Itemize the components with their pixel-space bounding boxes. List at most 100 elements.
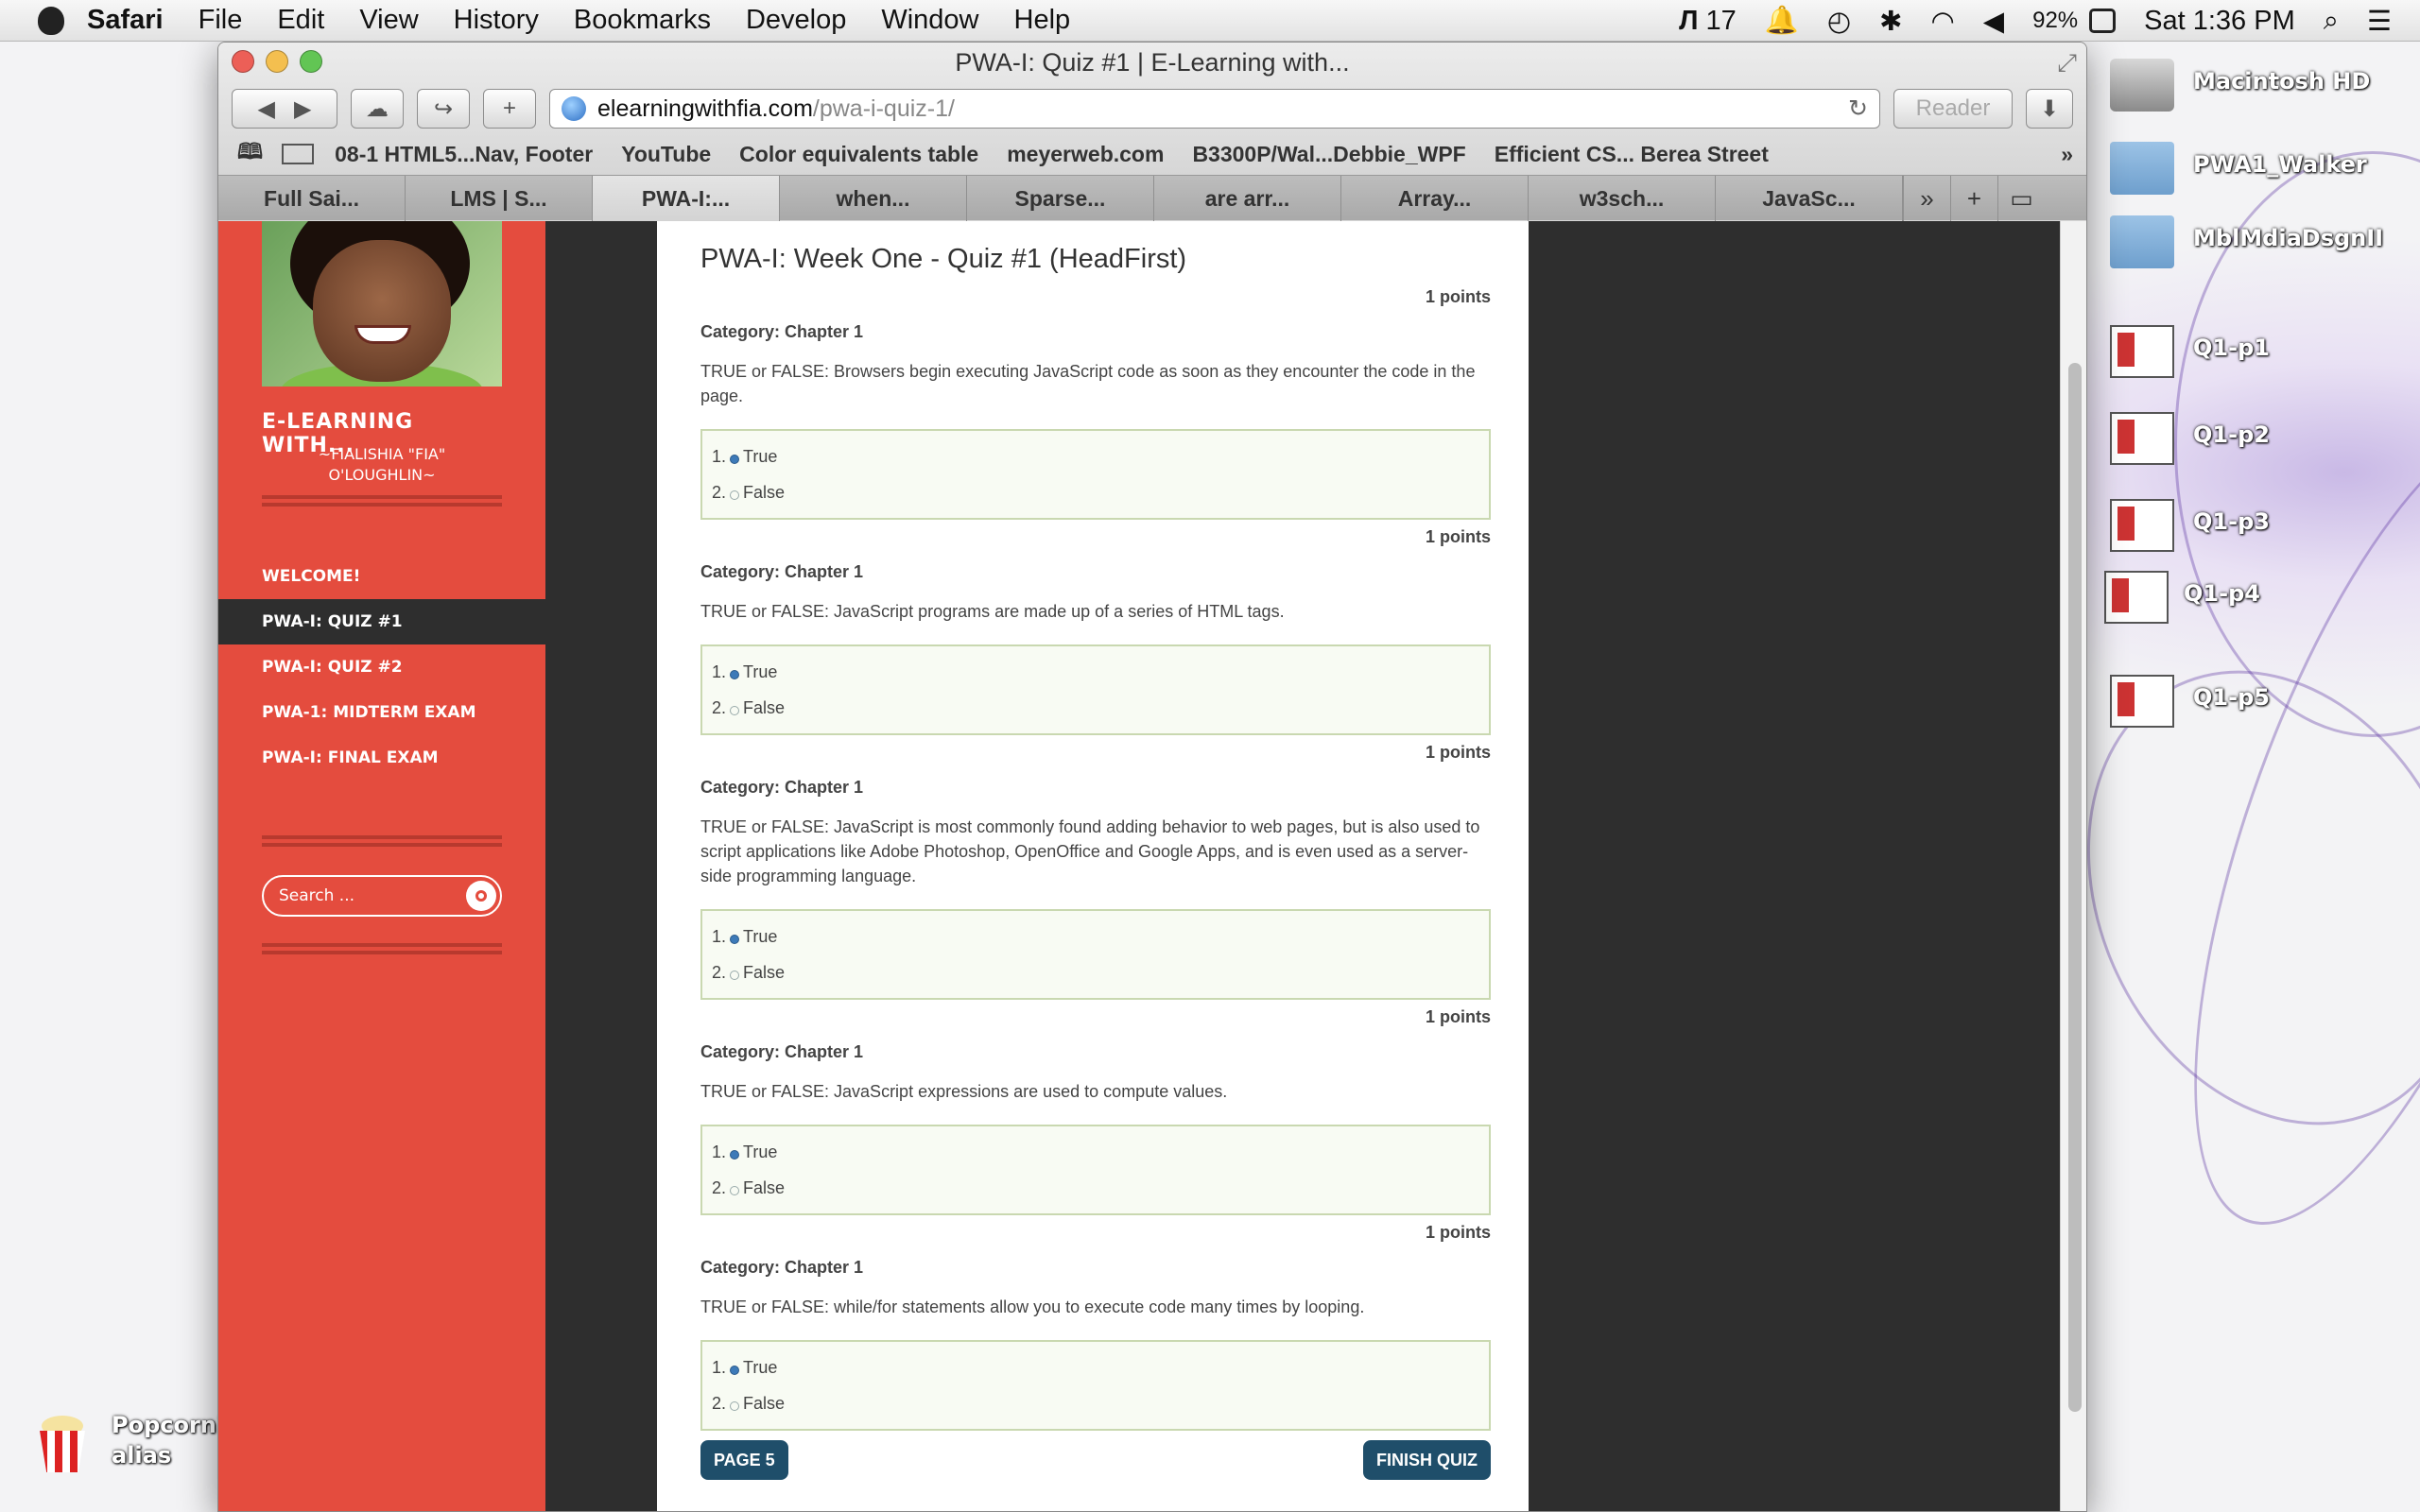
radio-unselected[interactable] xyxy=(730,1186,740,1195)
bookmark-item[interactable]: B3300P/Wal...Debbie_WPF xyxy=(1192,142,1465,167)
popcorn-alias-icon[interactable] xyxy=(34,1414,91,1474)
notification-center-icon[interactable]: ☰ xyxy=(2367,5,2392,38)
share-button[interactable]: ↪ xyxy=(417,89,470,129)
question-category: Category: Chapter 1 xyxy=(700,322,864,341)
question-block: 1 points Category: Chapter 1 TRUE or FAL… xyxy=(700,1223,1491,1431)
search-button[interactable] xyxy=(466,881,496,911)
question-category: Category: Chapter 1 xyxy=(700,1258,864,1277)
time-machine-icon[interactable]: ◴ xyxy=(1827,5,1851,38)
window-controls xyxy=(232,50,322,73)
menu-help[interactable]: Help xyxy=(1014,5,1071,36)
wifi-icon[interactable]: ◠ xyxy=(1930,5,1954,38)
tab[interactable]: are arr... xyxy=(1154,176,1341,221)
menu-window[interactable]: Window xyxy=(881,5,978,36)
tab[interactable]: LMS | S... xyxy=(406,176,593,221)
downloads-button[interactable]: ⬇ xyxy=(2026,89,2073,129)
battery-icon[interactable] xyxy=(2089,9,2117,33)
menu-file[interactable]: File xyxy=(199,5,243,36)
popcorn-alias-label[interactable]: Popcorn1 alias xyxy=(112,1410,233,1470)
answer-option[interactable]: 1. True xyxy=(712,438,1479,474)
answer-option[interactable]: 2. False xyxy=(712,474,1479,510)
back-forward-buttons[interactable]: ◀ ▶ xyxy=(232,89,337,129)
nav-item-welcome[interactable]: WELCOME! xyxy=(218,554,545,599)
bookmark-item[interactable]: 08-1 HTML5...Nav, Footer xyxy=(335,142,593,167)
desktop-icon-label: MblMdiaDsgnII xyxy=(2193,225,2384,251)
answer-option[interactable]: 1. True xyxy=(712,1349,1479,1385)
reader-button[interactable]: Reader xyxy=(1893,89,2013,129)
nav-item-final-exam[interactable]: PWA-I: FINAL EXAM xyxy=(218,735,545,781)
fullscreen-icon[interactable]: ⤢ xyxy=(2057,48,2077,78)
answer-option[interactable]: 1. True xyxy=(712,654,1479,690)
page-button[interactable]: PAGE 5 xyxy=(700,1440,788,1480)
bookmark-item[interactable]: Color equivalents table xyxy=(739,142,978,167)
add-tab-icon[interactable]: + xyxy=(1950,176,1997,221)
quiz-title: PWA-I: Week One - Quiz #1 (HeadFirst) xyxy=(700,244,1187,274)
vertical-scrollbar[interactable] xyxy=(2060,221,2086,1511)
nav-item-midterm[interactable]: PWA-1: MIDTERM EXAM xyxy=(218,690,545,735)
close-window-button[interactable] xyxy=(232,50,254,73)
plus-icon: + xyxy=(502,95,516,121)
back-arrow-icon[interactable]: ◀ xyxy=(258,95,275,123)
tab-active[interactable]: PWA-I:... xyxy=(593,176,780,221)
icloud-tabs-button[interactable]: ☁ xyxy=(351,89,404,129)
zoom-window-button[interactable] xyxy=(300,50,322,73)
adobe-icon[interactable]: Л xyxy=(1679,6,1698,37)
new-tab-button[interactable]: + xyxy=(483,89,536,129)
volume-icon[interactable]: ◀ xyxy=(1983,5,2004,38)
radio-selected[interactable] xyxy=(730,670,740,679)
radio-selected[interactable] xyxy=(730,1366,740,1375)
bookmark-item[interactable]: YouTube xyxy=(621,142,711,167)
answer-option[interactable]: 1. True xyxy=(712,919,1479,954)
radio-unselected[interactable] xyxy=(730,706,740,715)
tab[interactable]: JavaSc... xyxy=(1716,176,1903,221)
menu-edit[interactable]: Edit xyxy=(277,5,324,36)
menu-develop[interactable]: Develop xyxy=(746,5,846,36)
menu-clock[interactable]: Sat 1:36 PM xyxy=(2144,6,2295,37)
radio-unselected[interactable] xyxy=(730,971,740,980)
menu-history[interactable]: History xyxy=(454,5,539,36)
finish-quiz-button[interactable]: FINISH QUIZ xyxy=(1363,1440,1491,1480)
reading-list-icon[interactable]: 🕮 xyxy=(237,136,263,173)
author-photo xyxy=(262,221,502,387)
minimize-window-button[interactable] xyxy=(266,50,288,73)
answer-list: 1. True 2. False xyxy=(700,909,1491,1000)
spotlight-search-icon[interactable]: ⌕ xyxy=(2324,6,2339,37)
forward-arrow-icon[interactable]: ▶ xyxy=(294,95,311,123)
answer-option[interactable]: 2. False xyxy=(712,690,1479,726)
radio-unselected[interactable] xyxy=(730,1401,740,1411)
tab[interactable]: Array... xyxy=(1341,176,1529,221)
radio-selected[interactable] xyxy=(730,455,740,464)
notification-bell-icon[interactable]: 🔔 xyxy=(1765,5,1799,37)
answer-option[interactable]: 2. False xyxy=(712,954,1479,990)
menu-bookmarks[interactable]: Bookmarks xyxy=(574,5,711,36)
radio-selected[interactable] xyxy=(730,935,740,944)
answer-option[interactable]: 2. False xyxy=(712,1385,1479,1421)
battery-percent[interactable]: 92% xyxy=(2032,8,2078,34)
reload-icon[interactable]: ↻ xyxy=(1848,94,1868,123)
tab[interactable]: w3sch... xyxy=(1529,176,1716,221)
image-file-icon xyxy=(2110,499,2174,552)
adobe-update-count[interactable]: 17 xyxy=(1705,6,1736,37)
tab[interactable]: when... xyxy=(780,176,967,221)
bookmark-item[interactable]: Efficient CS... Berea Street xyxy=(1495,142,1769,167)
nav-item-quiz-1[interactable]: PWA-I: QUIZ #1 xyxy=(218,599,545,644)
bluetooth-icon[interactable]: ✱ xyxy=(1879,5,1902,38)
nav-item-quiz-2[interactable]: PWA-I: QUIZ #2 xyxy=(218,644,545,690)
tab[interactable]: Full Sai... xyxy=(218,176,406,221)
bookmarks-overflow-chevron-icon[interactable]: » xyxy=(2061,142,2073,167)
radio-selected[interactable] xyxy=(730,1150,740,1160)
address-bar[interactable]: elearningwithfia.com/pwa-i-quiz-1/ ↻ xyxy=(549,89,1880,129)
tab[interactable]: Sparse... xyxy=(967,176,1154,221)
top-sites-icon[interactable] xyxy=(282,144,315,164)
scrollbar-thumb[interactable] xyxy=(2068,363,2082,1412)
apple-menu-icon[interactable] xyxy=(38,6,64,35)
answer-option[interactable]: 2. False xyxy=(712,1170,1479,1206)
tabs-overflow-chevron-icon[interactable]: » xyxy=(1903,176,1950,221)
bookmark-item[interactable]: meyerweb.com xyxy=(1007,142,1164,167)
show-all-tabs-icon[interactable]: ▭ xyxy=(1997,176,2045,221)
menu-view[interactable]: View xyxy=(359,5,418,36)
search-input[interactable]: Search ... xyxy=(262,875,502,917)
menu-app-name[interactable]: Safari xyxy=(87,5,164,36)
answer-option[interactable]: 1. True xyxy=(712,1134,1479,1170)
radio-unselected[interactable] xyxy=(730,490,740,500)
